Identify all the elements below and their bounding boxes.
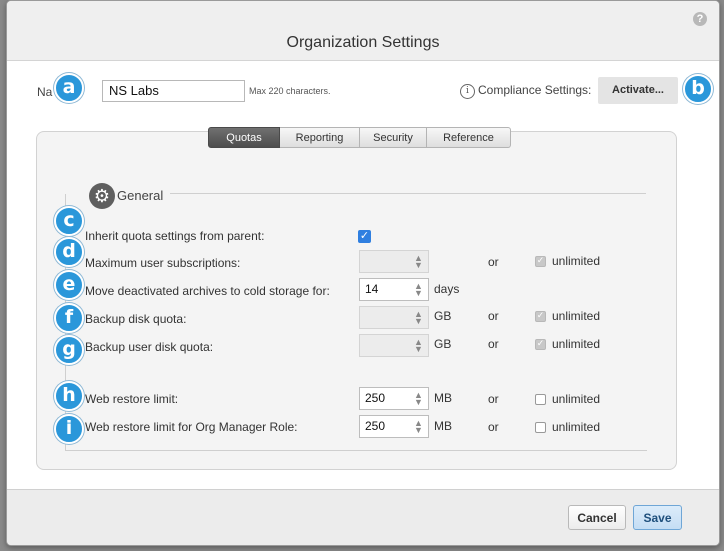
or-label: or <box>488 255 499 269</box>
save-button[interactable]: Save <box>633 505 682 530</box>
dialog-header: Organization Settings ? <box>7 1 719 61</box>
days-unit: days <box>434 282 460 296</box>
check-icon: ✓ <box>536 255 545 265</box>
tab-reporting[interactable]: Reporting <box>280 127 360 148</box>
name-input[interactable]: NS Labs <box>102 80 245 102</box>
unlimited-label: unlimited <box>552 337 601 351</box>
marker-d: d <box>54 237 84 267</box>
marker-e: e <box>54 270 84 300</box>
unlimited-label: unlimited <box>552 254 601 268</box>
unlimited-label: unlimited <box>552 309 601 323</box>
web-restore-unlimited-checkbox[interactable] <box>535 394 546 405</box>
unlimited-label: unlimited <box>552 392 601 406</box>
backup-quota-label: Backup disk quota: <box>85 312 187 326</box>
stepper-icon[interactable]: ▲ ▼ <box>414 310 423 326</box>
marker-f: f <box>54 303 84 333</box>
name-hint: Max 220 characters. <box>249 86 331 96</box>
cold-storage-label: Move deactivated archives to cold storag… <box>85 284 330 298</box>
unlimited-label: unlimited <box>552 420 601 434</box>
compliance-label: Compliance Settings: <box>478 83 592 97</box>
mb-unit: MB <box>434 391 452 405</box>
info-icon[interactable]: i <box>460 84 475 99</box>
mb-unit: MB <box>434 419 452 433</box>
or-label: or <box>488 392 499 406</box>
or-label: or <box>488 420 499 434</box>
inherit-label: Inherit quota settings from parent: <box>85 229 265 243</box>
stepper-icon[interactable]: ▲ ▼ <box>414 391 423 407</box>
tab-security[interactable]: Security <box>360 127 427 148</box>
stepper-icon[interactable]: ▲ ▼ <box>414 282 423 298</box>
web-restore-org-label: Web restore limit for Org Manager Role: <box>85 420 298 434</box>
marker-a: a <box>54 73 84 103</box>
web-restore-org-unlimited-checkbox[interactable] <box>535 422 546 433</box>
web-restore-label: Web restore limit: <box>85 392 179 406</box>
stepper-icon[interactable]: ▲ ▼ <box>414 338 423 354</box>
check-icon: ✓ <box>359 230 370 242</box>
help-icon[interactable]: ? <box>693 12 707 26</box>
check-icon: ✓ <box>536 310 545 320</box>
dialog-title: Organization Settings <box>286 34 440 51</box>
marker-i: i <box>54 414 84 444</box>
backup-user-quota-label: Backup user disk quota: <box>85 340 214 354</box>
gb-unit: GB <box>434 309 452 323</box>
stepper-icon[interactable]: ▲ ▼ <box>414 254 423 270</box>
cancel-button[interactable]: Cancel <box>568 505 626 530</box>
gb-unit: GB <box>434 337 452 351</box>
name-label: Na <box>37 85 53 99</box>
or-label: or <box>488 337 499 351</box>
fieldset-top-border <box>170 193 646 194</box>
marker-c: c <box>54 206 84 236</box>
max-subs-label: Maximum user subscriptions: <box>85 256 241 270</box>
backup-quota-unlimited-checkbox[interactable]: ✓ <box>535 310 546 322</box>
stepper-icon[interactable]: ▲ ▼ <box>414 419 423 435</box>
max-subs-unlimited-checkbox[interactable]: ✓ <box>535 255 546 267</box>
check-icon: ✓ <box>536 338 545 348</box>
marker-g: g <box>54 335 84 365</box>
tab-bar: Quotas Reporting Security Reference <box>208 127 511 148</box>
tab-reference[interactable]: Reference <box>427 127 511 148</box>
tab-quotas[interactable]: Quotas <box>208 127 280 148</box>
activate-button[interactable]: Activate... <box>598 77 678 104</box>
gear-icon: ⚙ <box>89 183 115 209</box>
section-title: General <box>117 188 164 203</box>
backup-user-quota-unlimited-checkbox[interactable]: ✓ <box>535 338 546 350</box>
marker-b: b <box>683 74 713 104</box>
inherit-checkbox[interactable]: ✓ <box>358 230 371 243</box>
or-label: or <box>488 309 499 323</box>
dialog-footer: Cancel Save <box>7 489 719 545</box>
marker-h: h <box>54 381 84 411</box>
